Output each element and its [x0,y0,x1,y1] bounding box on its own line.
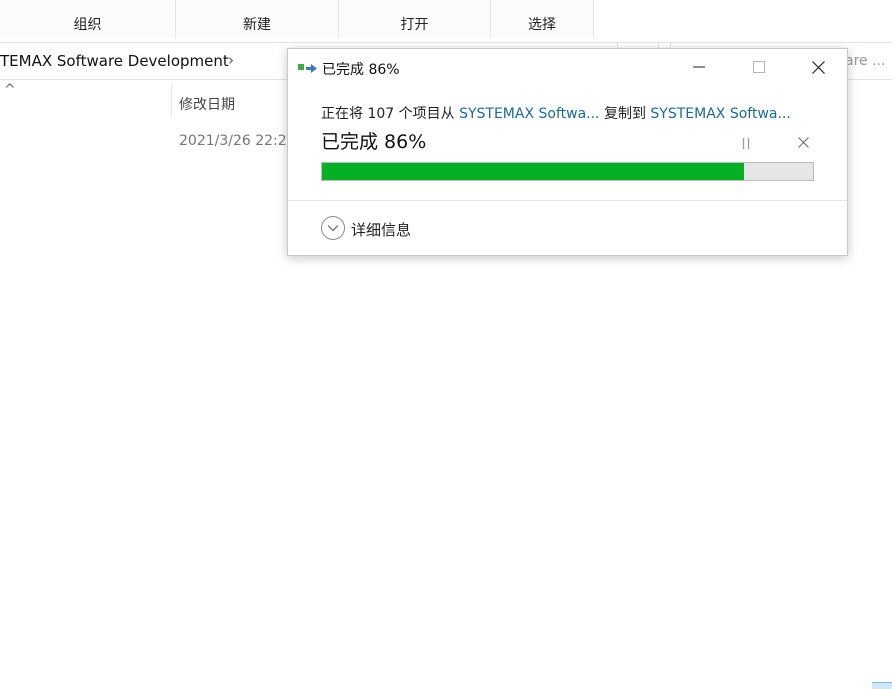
progress-bar [321,162,814,181]
close-button[interactable] [795,49,841,85]
ribbon-group-organize[interactable]: 组织 [0,0,176,38]
copy-description-prefix: 正在将 107 个项目从 [321,106,460,122]
progress-status: 已完成 86% [321,131,427,153]
ribbon-group-label: 组织 [73,17,102,33]
ribbon-group-open[interactable]: 打开 [339,0,491,38]
column-header-date-modified[interactable]: 修改日期 [179,94,235,114]
more-details-label[interactable]: 详细信息 [351,219,411,240]
pause-button[interactable] [734,133,758,153]
copy-description: 正在将 107 个项目从 SYSTEMAX Softwa... 复制到 SYST… [321,103,791,123]
cancel-icon [797,136,809,148]
column-divider[interactable] [171,84,172,118]
copy-description-middle: 复制到 [599,106,651,122]
breadcrumb-chevron-icon[interactable]: › [228,51,234,69]
minimize-icon [693,66,705,68]
ribbon: 组织 新建 打开 选择 [0,0,892,40]
maximize-button[interactable] [736,49,782,85]
more-details-button[interactable] [321,216,345,240]
dialog-divider [288,200,847,201]
maximize-icon [753,61,765,73]
file-row-date[interactable]: 2021/3/26 22:2 [179,133,287,149]
ribbon-group-label: 选择 [528,17,556,33]
ribbon-group-new[interactable]: 新建 [176,0,339,38]
pause-icon [742,137,750,149]
source-folder-link[interactable]: SYSTEMAX Softwa... [459,106,599,122]
ribbon-group-label: 新建 [243,17,271,33]
copy-file-icon [298,64,317,73]
breadcrumb-current-folder[interactable]: TEMAX Software Development [0,52,229,70]
destination-folder-link[interactable]: SYSTEMAX Softwa... [650,106,790,122]
ribbon-group-select[interactable]: 选择 [491,0,594,38]
copy-progress-dialog: 已完成 86% 正在将 107 个项目从 SYSTEMAX Softwa... … [287,48,848,256]
chevron-down-icon [327,225,339,232]
ribbon-group-label: 打开 [400,17,429,33]
cancel-copy-button[interactable] [791,131,815,153]
minimize-button[interactable] [676,49,722,85]
dialog-title: 已完成 86% [322,62,400,78]
progress-bar-fill [322,163,745,180]
sort-up-icon[interactable]: ^ [4,82,16,98]
close-icon [811,60,825,74]
search-placeholder: are ... [845,53,886,69]
